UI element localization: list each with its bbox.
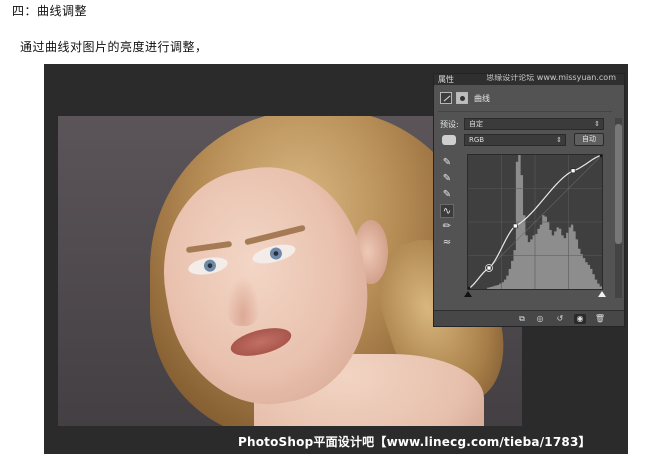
preset-select[interactable]: 自定 ⇕ xyxy=(464,118,604,130)
on-image-adjust-hand-icon[interactable] xyxy=(442,135,456,145)
eyedropper-gray-icon[interactable]: ✎ xyxy=(440,172,454,186)
divider xyxy=(438,111,612,112)
article-heading: 四：曲线调整 xyxy=(12,4,88,18)
curve-control-point xyxy=(465,286,471,292)
tab-properties[interactable]: 属性 xyxy=(438,74,454,85)
photoshop-screenshot: PhotoShop平面设计吧【www.linecg.com/tieba/1783… xyxy=(44,64,628,454)
photo-nose xyxy=(226,276,260,326)
curves-title: 曲线 xyxy=(474,93,490,103)
curve-edit-icon[interactable]: ∿ xyxy=(440,204,454,218)
view-previous-icon[interactable]: ◎ xyxy=(534,314,546,324)
panel-scroll-thumb[interactable] xyxy=(615,124,622,244)
curve-control-point xyxy=(512,223,518,229)
curves-header: 曲线 xyxy=(440,91,490,105)
delete-trash-icon[interactable]: 🗑 xyxy=(594,314,606,324)
auto-button[interactable]: 自动 xyxy=(574,133,604,146)
layer-mask-icon[interactable] xyxy=(456,92,468,104)
channel-value: RGB xyxy=(469,136,485,144)
white-point-slider[interactable] xyxy=(598,291,606,297)
pencil-icon[interactable]: ✏ xyxy=(440,220,454,234)
properties-panel[interactable]: 属性 思缘设计论坛 www.missyuan.com 曲线 预设: 自定 ⇕ R… xyxy=(433,73,625,327)
select-arrow-icon: ⇕ xyxy=(556,136,562,144)
preset-value: 自定 xyxy=(469,120,483,128)
preset-label: 预设: xyxy=(440,120,459,129)
site-watermark: 思缘设计论坛 www.missyuan.com xyxy=(486,73,616,82)
black-point-slider[interactable] xyxy=(464,291,472,297)
select-arrow-icon: ⇕ xyxy=(594,120,600,128)
curve-control-point xyxy=(486,265,492,271)
eyedropper-white-icon[interactable]: ✎ xyxy=(440,188,454,202)
curve-control-point xyxy=(570,168,576,174)
panel-bottom-bar: ⧉ ◎ ↺ ◉ 🗑 xyxy=(434,310,624,326)
visibility-eye-icon[interactable]: ◉ xyxy=(574,314,586,324)
curves-graph-svg[interactable] xyxy=(465,152,605,292)
curves-adjustment-icon[interactable] xyxy=(440,92,452,104)
watermark-text: PhotoShop平面设计吧【www.linecg.com/tieba/1783… xyxy=(238,435,591,449)
curve-control-point xyxy=(599,152,605,158)
eyedropper-black-icon[interactable]: ✎ xyxy=(440,156,454,170)
reset-icon[interactable]: ↺ xyxy=(554,314,566,324)
curves-graph[interactable] xyxy=(465,152,605,292)
channel-select[interactable]: RGB ⇕ xyxy=(464,134,566,146)
curve-tools: ✎ ✎ ✎ ∿ ✏ ≈ xyxy=(440,156,456,252)
panel-tab-bar: 属性 思缘设计论坛 www.missyuan.com xyxy=(434,74,624,85)
smooth-icon[interactable]: ≈ xyxy=(440,236,454,250)
input-level-slider[interactable] xyxy=(464,291,606,299)
clip-to-layer-icon[interactable]: ⧉ xyxy=(516,314,528,324)
article-intro: 通过曲线对图片的亮度进行调整， xyxy=(20,40,208,54)
